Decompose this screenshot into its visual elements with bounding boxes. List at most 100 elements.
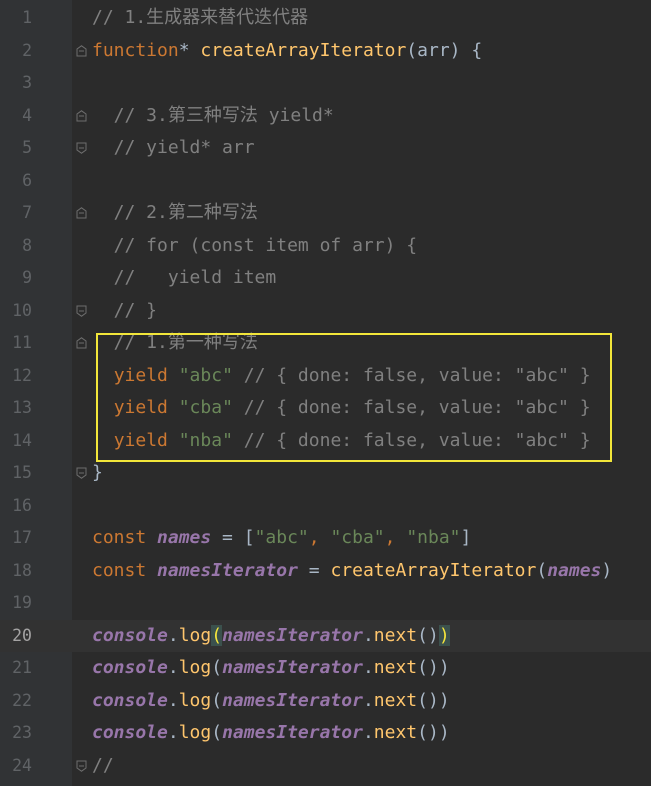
code-line[interactable]: 19	[0, 587, 651, 620]
line-number[interactable]: 11	[0, 327, 32, 360]
code-token: log	[178, 722, 212, 743]
code-text[interactable]: // yield* arr	[92, 132, 255, 165]
code-token: // for (const item of arr) {	[92, 234, 418, 256]
code-token: .	[167, 624, 179, 646]
line-number[interactable]: 14	[0, 425, 32, 458]
code-text[interactable]: const names = ["abc", "cba", "nba"]	[92, 522, 471, 555]
line-number[interactable]: 18	[0, 555, 32, 588]
line-number[interactable]: 22	[0, 685, 32, 718]
code-line[interactable]: 6	[0, 165, 651, 198]
code-text[interactable]: // for (const item of arr) {	[92, 230, 417, 263]
line-number[interactable]: 1	[0, 2, 32, 35]
code-line[interactable]: 24 //	[0, 750, 651, 783]
code-line[interactable]: 3	[0, 67, 651, 100]
code-token: .	[167, 722, 179, 743]
code-token: names	[157, 527, 212, 548]
line-number[interactable]: 21	[0, 652, 32, 685]
code-text[interactable]: // }	[92, 295, 157, 328]
code-token: next	[373, 689, 418, 711]
code-text[interactable]: console.log(namesIterator.next())	[92, 717, 450, 750]
code-line[interactable]: 8 // for (const item of arr) {	[0, 230, 651, 263]
line-number[interactable]: 7	[0, 197, 32, 230]
code-line[interactable]: 5 // yield* arr	[0, 132, 651, 165]
code-token: arr	[417, 39, 450, 61]
line-number[interactable]: 2	[0, 35, 32, 68]
line-number[interactable]: 8	[0, 230, 32, 263]
code-line[interactable]: 1 // 1.生成器来替代迭代器	[0, 2, 651, 35]
code-line[interactable]: 2 function* createArrayIterator(arr) {	[0, 35, 651, 68]
code-token: ()	[417, 624, 439, 646]
fold-marker-icon[interactable]	[76, 207, 87, 219]
code-token: // yield* arr	[92, 137, 255, 158]
code-token: console	[92, 722, 168, 743]
line-number[interactable]: 6	[0, 165, 32, 198]
fold-marker-icon[interactable]	[76, 760, 87, 772]
code-token: ())	[417, 657, 450, 678]
code-token: createArrayIterator	[200, 39, 407, 61]
code-token: "nba"	[406, 527, 461, 548]
fold-marker-icon[interactable]	[76, 337, 87, 349]
code-line[interactable]: 4 // 3.第三种写法 yield*	[0, 100, 651, 133]
code-text[interactable]: // yield item	[92, 262, 277, 295]
code-text[interactable]: // 1.生成器来替代迭代器	[92, 2, 308, 35]
code-token: (	[536, 559, 548, 581]
code-line[interactable]: 18 const namesIterator = createArrayItera…	[0, 555, 651, 588]
code-token: log	[178, 624, 212, 646]
line-number[interactable]: 13	[0, 392, 32, 425]
code-text[interactable]: const namesIterator = createArrayIterato…	[92, 555, 612, 588]
code-token: //	[92, 754, 114, 776]
line-number[interactable]: 10	[0, 295, 32, 328]
code-token: (	[211, 722, 223, 743]
code-token: console	[92, 624, 168, 646]
fold-marker-icon[interactable]	[76, 44, 87, 57]
code-token: // 1.生成器来替代迭代器	[92, 7, 309, 28]
code-token: = [	[211, 527, 255, 548]
code-line[interactable]: 17 const names = ["abc", "cba", "nba"]	[0, 522, 651, 555]
line-number[interactable]: 16	[0, 490, 32, 523]
code-line[interactable]: 10 // }	[0, 295, 651, 328]
code-token: next	[373, 722, 418, 743]
code-token: .	[362, 624, 374, 646]
line-number[interactable]: 19	[0, 587, 32, 620]
line-number[interactable]: 12	[0, 360, 32, 393]
line-number[interactable]: 23	[0, 717, 32, 750]
code-token: function	[92, 39, 179, 61]
line-number[interactable]: 20	[0, 620, 32, 653]
code-token: log	[178, 689, 212, 711]
code-text[interactable]: console.log(namesIterator.next())	[92, 685, 450, 718]
code-text[interactable]: // 3.第三种写法 yield*	[92, 100, 334, 133]
code-token: *	[178, 39, 201, 61]
code-token: .	[167, 689, 179, 711]
fold-marker-icon[interactable]	[76, 142, 87, 154]
fold-marker-icon[interactable]	[76, 467, 87, 479]
code-line[interactable]: 9 // yield item	[0, 262, 651, 295]
code-token: namesIterator	[157, 559, 298, 581]
fold-marker-icon[interactable]	[76, 109, 87, 122]
code-token: // 2.第二种写法	[92, 202, 258, 223]
line-number[interactable]: 17	[0, 522, 32, 555]
fold-marker-icon[interactable]	[76, 305, 87, 317]
code-text[interactable]: console.log(namesIterator.next())	[92, 620, 450, 653]
code-token: (	[211, 689, 223, 711]
code-text[interactable]: // 2.第二种写法	[92, 197, 258, 230]
code-token: namesIterator	[222, 689, 363, 711]
code-line[interactable]: 7 // 2.第二种写法	[0, 197, 651, 230]
code-token: log	[178, 657, 212, 678]
line-number[interactable]: 24	[0, 750, 32, 783]
code-line[interactable]: 23 console.log(namesIterator.next())	[0, 717, 651, 750]
code-text[interactable]: function* createArrayIterator(arr) {	[92, 35, 482, 68]
code-line[interactable]: 21 console.log(namesIterator.next())	[0, 652, 651, 685]
code-text[interactable]: console.log(namesIterator.next())	[92, 652, 450, 685]
code-line[interactable]: 22 console.log(namesIterator.next())	[0, 685, 651, 718]
line-number[interactable]: 3	[0, 67, 32, 100]
code-token: "cba"	[330, 527, 385, 548]
code-token: (	[211, 624, 223, 646]
line-number[interactable]: 9	[0, 262, 32, 295]
line-number[interactable]: 5	[0, 132, 32, 165]
code-text[interactable]: //	[92, 750, 114, 783]
line-number[interactable]: 4	[0, 100, 32, 133]
code-line[interactable]: 16	[0, 490, 651, 523]
code-line[interactable]: 20 console.log(namesIterator.next())	[0, 619, 651, 653]
code-token: namesIterator	[222, 722, 363, 743]
line-number[interactable]: 15	[0, 457, 32, 490]
